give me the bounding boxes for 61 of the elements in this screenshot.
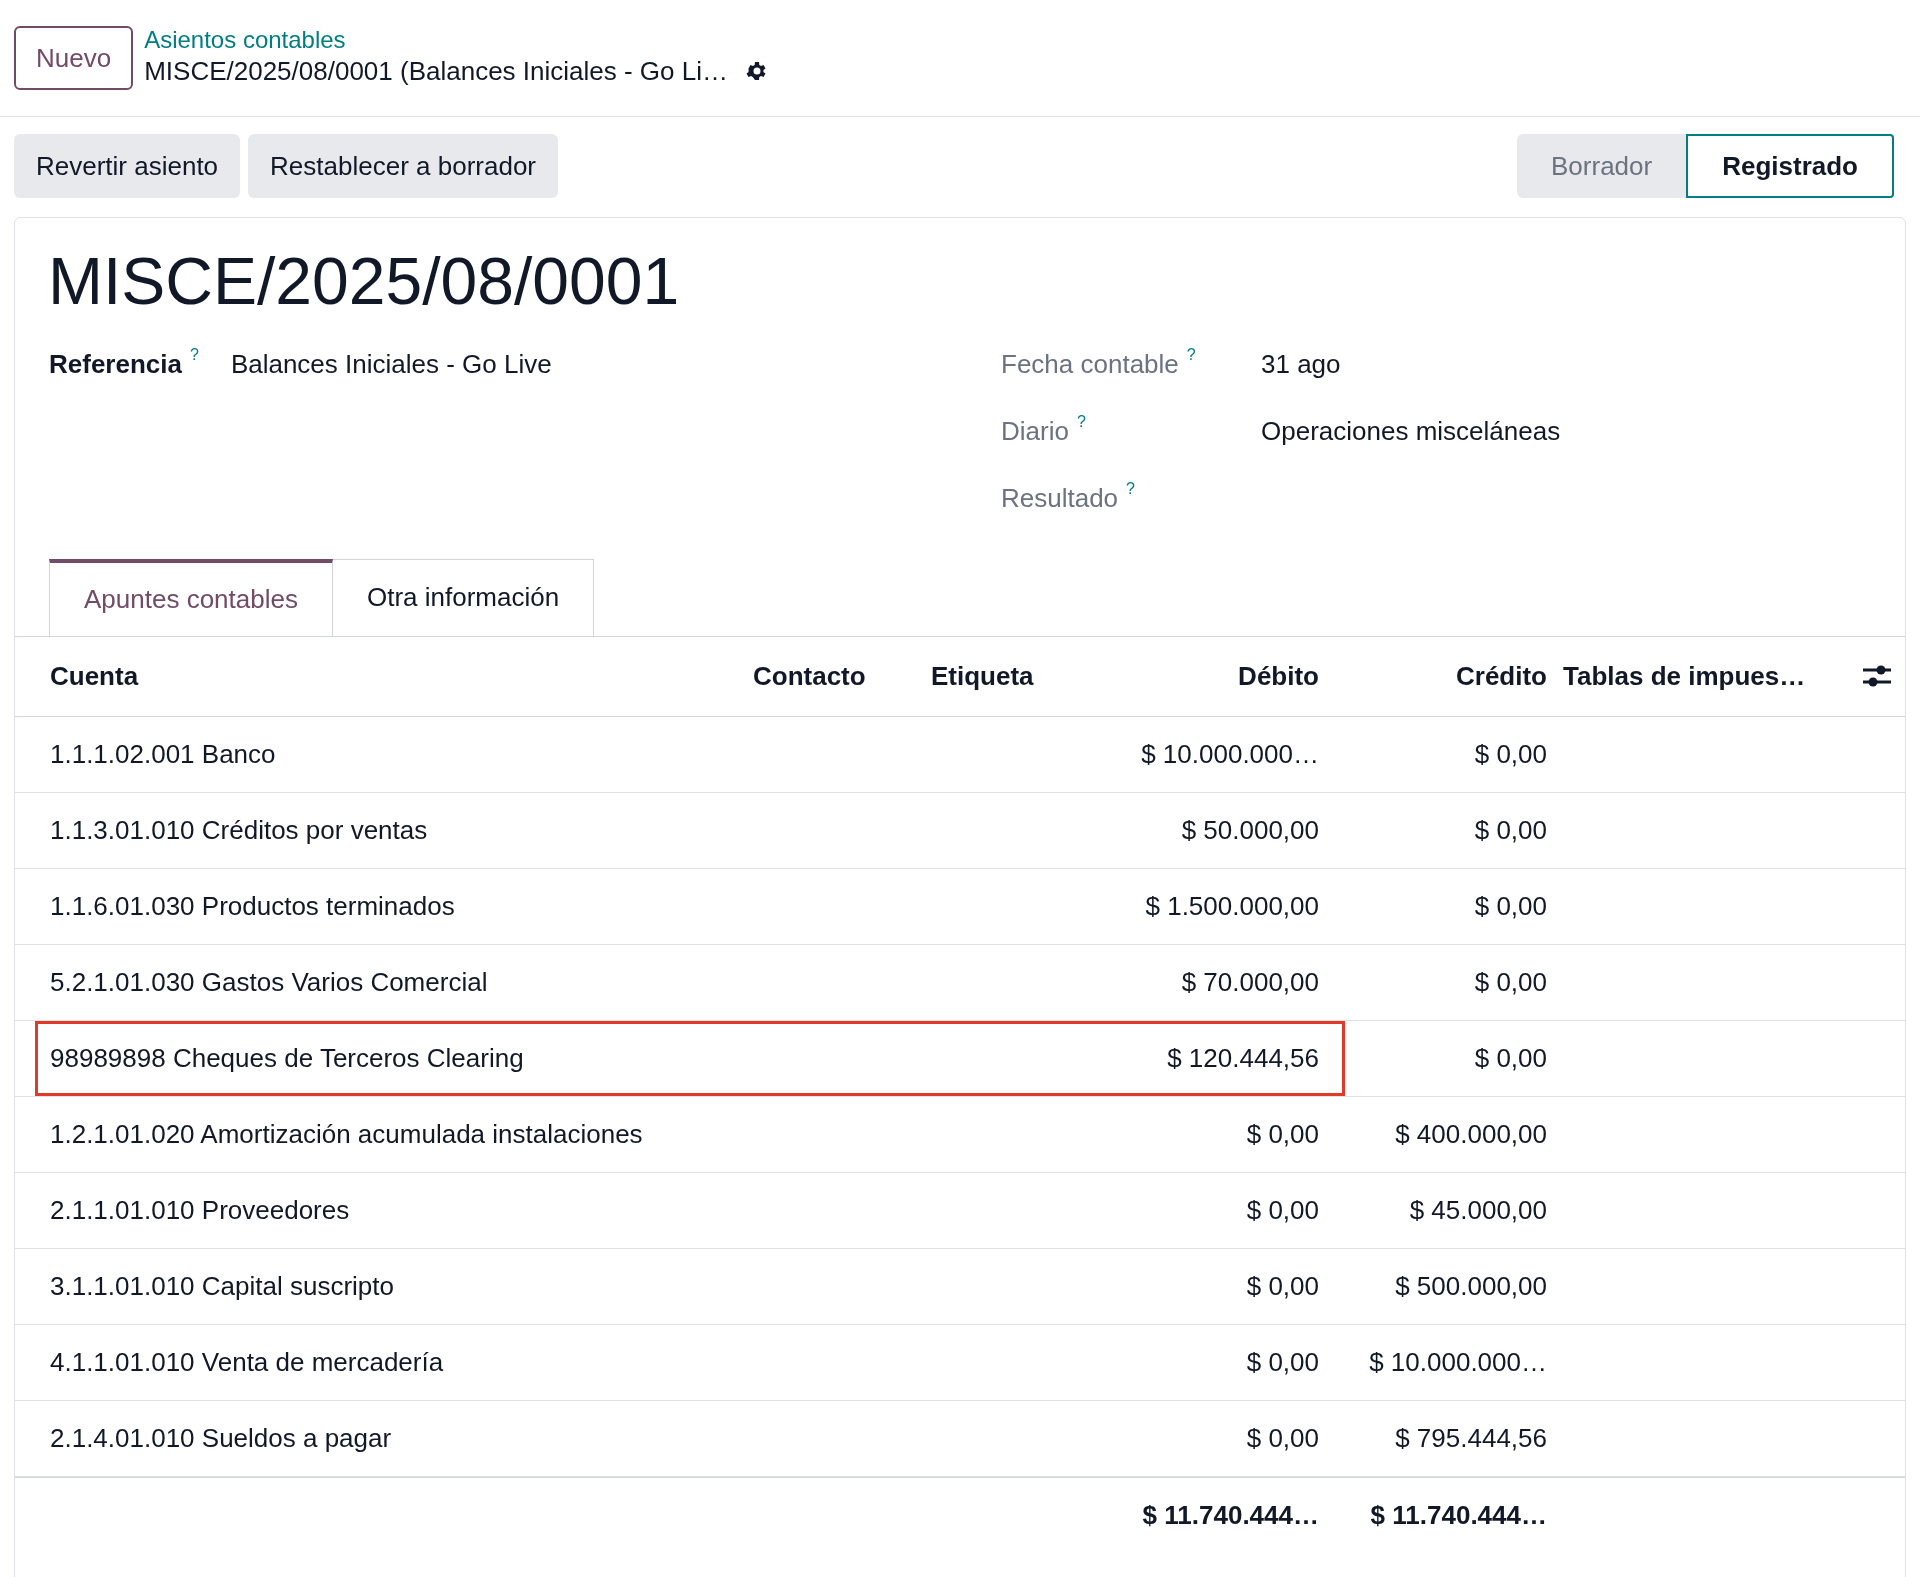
column-settings-icon[interactable] [1862, 663, 1892, 689]
account-cell-text: 1.1.6.01.030 Productos terminados [50, 889, 456, 923]
settings-icon[interactable] [744, 59, 768, 83]
field-value: Operaciones misceláneas [1261, 414, 1561, 448]
credit-cell-text: $ 0,00 [1473, 813, 1547, 847]
tab[interactable]: Apuntes contables [49, 558, 333, 636]
credit-cell-text: $ 795.444,56 [1394, 1421, 1547, 1455]
column-header[interactable]: Tablas de impues… [1547, 656, 1849, 696]
account-cell-text: 98989898 Cheques de Terceros Clearing [50, 1041, 525, 1075]
action-button[interactable]: Revertir asiento [14, 134, 241, 198]
account-cell-text: 2.1.4.01.010 Sueldos a pagar [50, 1421, 393, 1455]
debit-cell-text: $ 50.000,00 [1180, 813, 1319, 847]
credit-cell-text: $ 0,00 [1473, 1041, 1547, 1075]
debit-cell-text: $ 10.000.000… [1140, 737, 1319, 771]
credit-cell-text: $ 400.000,00 [1394, 1117, 1547, 1151]
field-label: Resultado [1001, 481, 1119, 515]
column-header[interactable]: Cuenta [50, 656, 753, 696]
account-cell-text: 4.1.1.01.010 Venta de mercadería [50, 1345, 445, 1379]
field-label: Referencia [49, 347, 182, 381]
help-tooltip[interactable]: ? [189, 346, 199, 363]
debit-cell-text: $ 0,00 [1245, 1269, 1319, 1303]
debit-cell-text: $ 0,00 [1245, 1345, 1319, 1379]
debit-total: $ 11.740.444… [1141, 1498, 1319, 1532]
account-cell-text: 5.2.1.01.030 Gastos Varios Comercial [50, 965, 489, 999]
credit-cell-text: $ 0,00 [1473, 889, 1547, 923]
entry-title: MISCE/2025/08/0001 [47, 243, 681, 320]
debit-cell-text: $ 1.500.000,00 [1144, 889, 1319, 923]
field-value: Balances Iniciales - Go Live [230, 347, 552, 381]
help-tooltip[interactable]: ? [1126, 480, 1135, 518]
column-header[interactable]: Crédito [1319, 656, 1547, 696]
debit-cell-text: $ 70.000,00 [1180, 965, 1319, 999]
credit-cell-text: $ 45.000,00 [1408, 1193, 1547, 1227]
tab[interactable]: Otra información [332, 558, 595, 636]
credit-cell-text: $ 500.000,00 [1394, 1269, 1547, 1303]
help-tooltip[interactable]: ? [1076, 413, 1086, 451]
account-cell-text: 2.1.1.01.010 Proveedores [50, 1193, 351, 1227]
status-stage[interactable]: Registrado [1686, 134, 1894, 198]
breadcrumb-link[interactable]: Asientos contables [144, 24, 768, 55]
field-label: Fecha contable [1001, 347, 1179, 381]
debit-cell-text: $ 0,00 [1245, 1421, 1319, 1455]
action-button[interactable]: Restablecer a borrador [248, 134, 558, 198]
new-button[interactable]: Nuevo [14, 26, 134, 90]
column-header[interactable]: Etiqueta [931, 656, 1101, 696]
account-cell-text: 1.1.1.02.001 Banco [50, 737, 277, 771]
account-cell-text: 1.2.1.01.020 Amortización acumulada instalaciones [50, 1117, 644, 1151]
debit-cell-text: $ 0,00 [1245, 1193, 1319, 1227]
field-label: Diario [1001, 414, 1069, 448]
field-value: 31 ago [1261, 347, 1341, 381]
column-header[interactable]: Débito [1101, 656, 1319, 696]
debit-cell-text: $ 120.444,56 [1166, 1041, 1319, 1075]
credit-total: $ 11.740.444… [1369, 1498, 1547, 1532]
status-stage[interactable]: Borrador [1517, 134, 1687, 198]
account-cell-text: 3.1.1.01.010 Capital suscripto [50, 1269, 395, 1303]
credit-cell-text: $ 10.000.000… [1368, 1345, 1547, 1379]
debit-cell-text: $ 0,00 [1245, 1117, 1319, 1151]
record-title: MISCE/2025/08/0001 (Balances Iniciales - Go Li… [144, 54, 728, 88]
credit-cell-text: $ 0,00 [1473, 737, 1547, 771]
help-tooltip[interactable]: ? [1186, 346, 1196, 384]
column-header[interactable]: Contacto [753, 656, 931, 696]
credit-cell-text: $ 0,00 [1473, 965, 1547, 999]
account-cell-text: 1.1.3.01.010 Créditos por ventas [50, 813, 429, 847]
